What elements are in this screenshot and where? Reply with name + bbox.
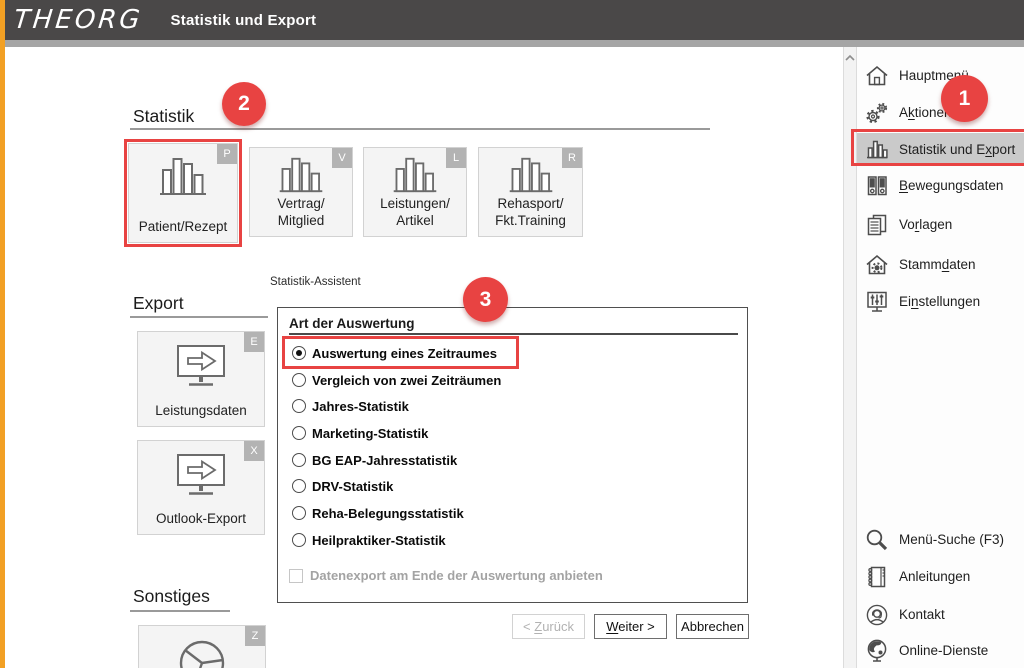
radio-icon[interactable] <box>292 453 306 467</box>
tile-label: Leistungen/ Artikel <box>364 196 466 229</box>
group-title: Art der Auswertung <box>289 316 415 331</box>
radio-option-reha-belegungsstatistik[interactable]: Reha-Belegungsstatistik <box>292 504 464 522</box>
monitor-export-icon <box>138 342 264 390</box>
accent-left-strip <box>0 0 5 668</box>
tile-sonstiges[interactable]: Z <box>138 625 266 668</box>
bar-chart-icon <box>479 153 582 196</box>
radio-option-drv-statistik[interactable]: DRV-Statistik <box>292 477 393 495</box>
radio-option-heilpraktiker-statistik[interactable]: Heilpraktiker-Statistik <box>292 531 446 549</box>
tile-label: Rehasport/ Fkt.Training <box>479 196 582 229</box>
globe-icon <box>864 638 890 664</box>
annotation-rect-radio-option <box>282 336 519 369</box>
templates-icon <box>864 212 890 238</box>
section-heading-statistik: Statistik <box>133 106 194 127</box>
app-window: THEORG Statistik und Export Statistik P … <box>0 0 1024 668</box>
radio-icon[interactable] <box>292 426 306 440</box>
monitor-export-icon <box>138 451 264 499</box>
gears-icon <box>864 100 890 126</box>
sidebar-item-stammdaten[interactable]: Stammdaten <box>857 248 1024 281</box>
radio-option-jahres-statistik[interactable]: Jahres-Statistik <box>292 397 409 415</box>
annotation-step-2: 2 <box>222 82 266 126</box>
section-heading-export: Export <box>133 293 184 314</box>
app-logo: THEORG <box>12 5 144 35</box>
radio-icon[interactable] <box>292 506 306 520</box>
checkbox-icon <box>289 569 303 583</box>
bar-chart-icon <box>364 153 466 196</box>
page-title: Statistik und Export <box>171 12 317 29</box>
title-bar: THEORG Statistik und Export <box>0 0 1024 40</box>
radio-icon[interactable] <box>292 399 306 413</box>
search-icon <box>864 527 890 553</box>
tile-label: Vertrag/ Mitglied <box>250 196 352 229</box>
tile-label: Leistungsdaten <box>138 403 264 419</box>
radio-option-vergleich-zeitraeume[interactable]: Vergleich von zwei Zeiträumen <box>292 371 501 389</box>
sidebar-item-menu-suche[interactable]: Menü-Suche (F3) <box>857 523 1024 556</box>
annotation-step-3: 3 <box>463 277 508 322</box>
sliders-icon <box>864 289 890 315</box>
export-heading-underline <box>130 316 268 318</box>
home-gear-icon <box>864 252 890 278</box>
home-icon <box>864 63 890 89</box>
radio-icon[interactable] <box>292 373 306 387</box>
back-button: < Zurück <box>512 614 585 639</box>
statistik-heading-underline <box>130 128 710 130</box>
binders-icon <box>864 173 890 199</box>
radio-icon[interactable] <box>292 533 306 547</box>
tile-outlook-export[interactable]: X Outlook-Export <box>137 440 265 535</box>
cancel-button[interactable]: Abbrechen <box>676 614 749 639</box>
pie-chart-icon <box>139 638 265 668</box>
bar-chart-icon <box>250 153 352 196</box>
section-heading-sonstiges: Sonstiges <box>133 586 210 607</box>
annotation-rect-sidebar-item <box>851 129 1024 166</box>
sidebar-item-online-dienste[interactable]: Online-Dienste <box>857 634 1024 667</box>
scroll-up-icon[interactable] <box>845 50 855 60</box>
header-divider <box>5 40 1024 47</box>
sidebar-item-bewegungsdaten[interactable]: Bewegungsdaten <box>857 169 1024 202</box>
sidebar-item-hauptmenu[interactable]: Hauptmenü <box>857 59 1024 92</box>
radio-option-marketing-statistik[interactable]: Marketing-Statistik <box>292 424 428 442</box>
sidebar-item-vorlagen[interactable]: Vorlagen <box>857 208 1024 241</box>
tile-leistungsdaten[interactable]: E Leistungsdaten <box>137 331 265 427</box>
checkbox-datenexport: Datenexport am Ende der Auswertung anbie… <box>289 568 603 583</box>
annotation-step-1: 1 <box>941 75 988 122</box>
annotation-rect-patient-rezept <box>124 139 242 247</box>
notebook-icon <box>864 564 890 590</box>
sidebar-item-anleitungen[interactable]: Anleitungen <box>857 560 1024 593</box>
radio-icon[interactable] <box>292 479 306 493</box>
sidebar-item-einstellungen[interactable]: Einstellungen <box>857 285 1024 318</box>
tile-rehasport-fkt-training[interactable]: R Rehasport/ Fkt.Training <box>478 147 583 237</box>
tile-leistungen-artikel[interactable]: L Leistungen/ Artikel <box>363 147 467 237</box>
headset-icon <box>864 602 890 628</box>
sidebar-item-kontakt[interactable]: Kontakt <box>857 598 1024 631</box>
tile-label: Outlook-Export <box>138 511 264 527</box>
tile-vertrag-mitglied[interactable]: V Vertrag/ Mitglied <box>249 147 353 237</box>
sonstiges-heading-underline <box>130 610 230 612</box>
dialog-title: Statistik-Assistent <box>270 276 361 288</box>
next-button[interactable]: Weiter > <box>594 614 667 639</box>
group-title-underline <box>289 333 738 335</box>
radio-option-bg-eap-jahresstatistik[interactable]: BG EAP-Jahresstatistik <box>292 451 457 469</box>
